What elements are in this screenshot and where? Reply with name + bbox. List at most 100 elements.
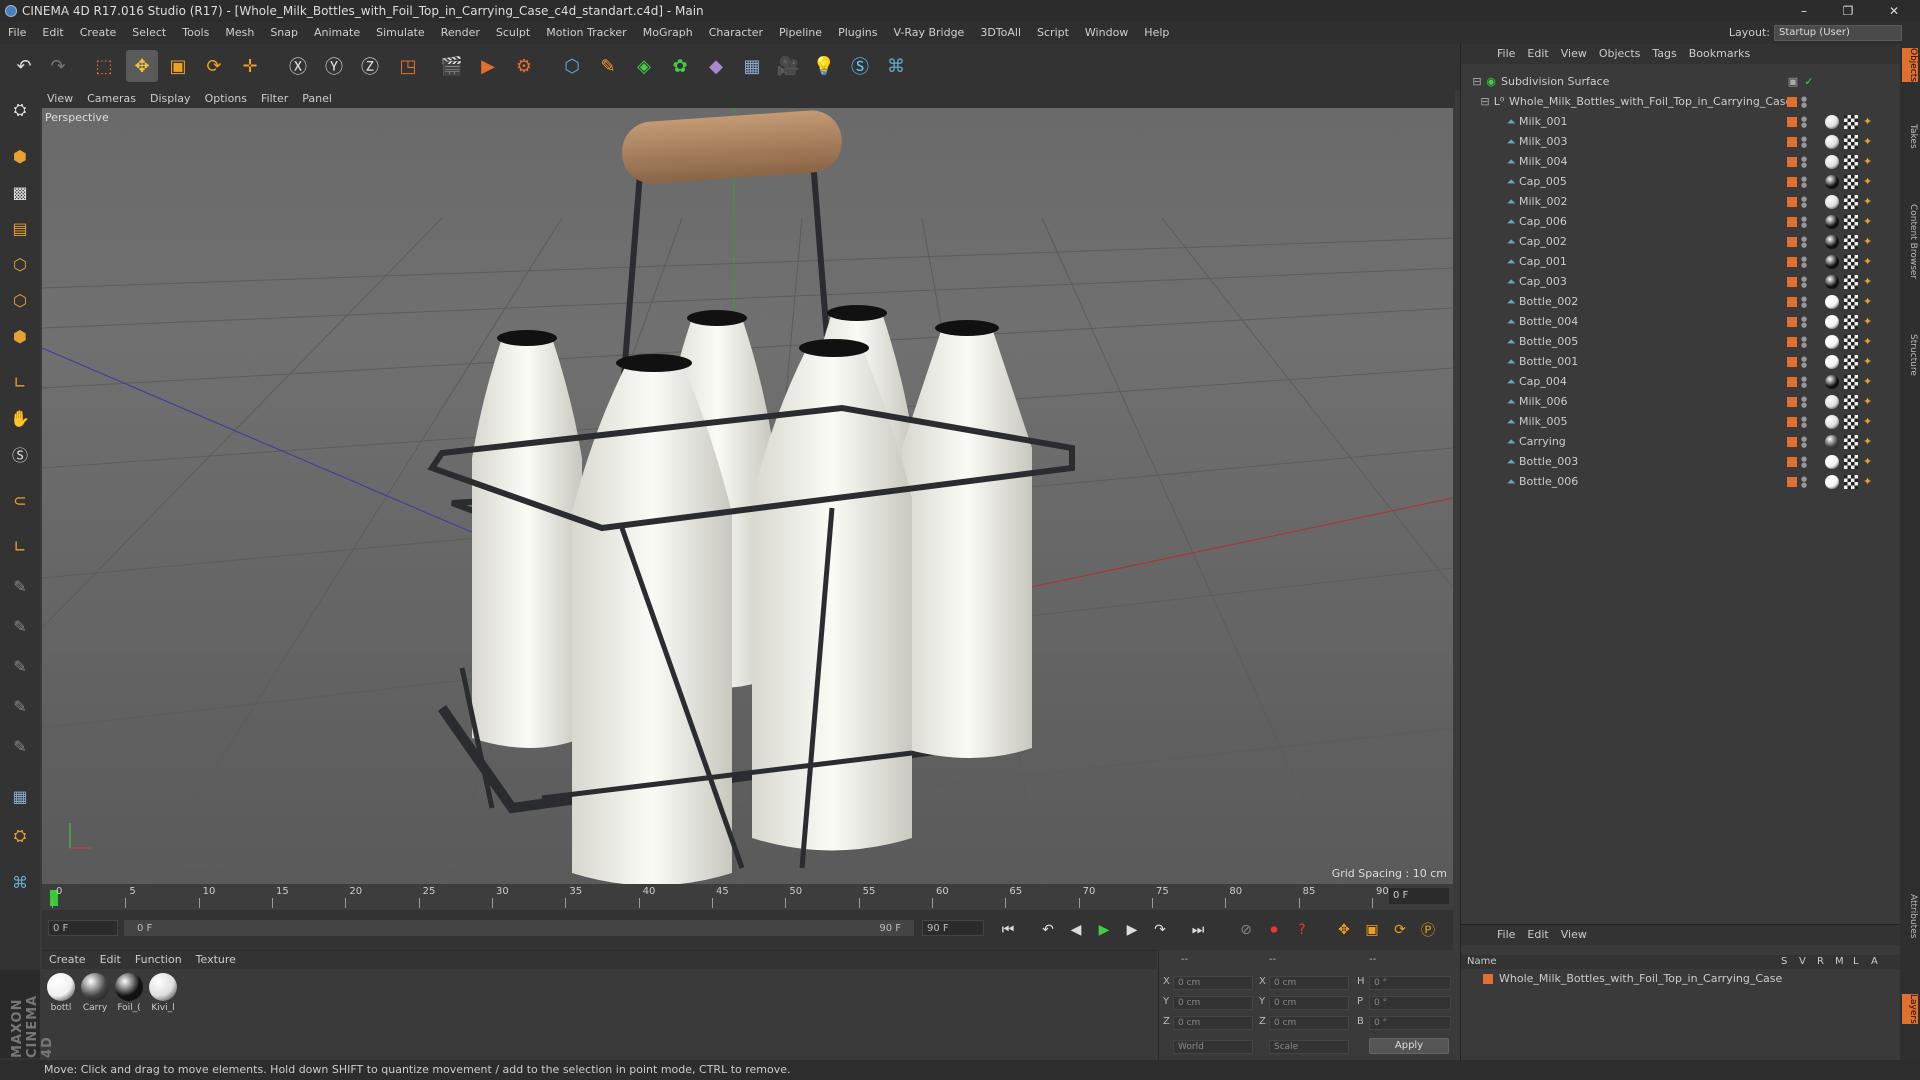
frame-range-slider[interactable]: 0 F 90 F xyxy=(124,920,914,936)
object-menu-view[interactable]: View xyxy=(1555,44,1593,64)
menu-motion-tracker[interactable]: Motion Tracker xyxy=(538,22,634,44)
material-swatch[interactable]: Carry xyxy=(80,973,110,1013)
viewport-menu-options[interactable]: Options xyxy=(198,90,254,108)
z-axis-icon[interactable]: Ⓩ xyxy=(354,50,386,82)
viewport-menu-filter[interactable]: Filter xyxy=(254,90,295,108)
menu-file[interactable]: File xyxy=(0,22,34,44)
object-row[interactable]: ⏶ Bottle_001 ● ● ✦ xyxy=(1461,352,1901,372)
phong-tag-icon[interactable]: ✦ xyxy=(1863,215,1877,229)
uvw-tag-icon[interactable] xyxy=(1844,155,1858,169)
timeline-ruler[interactable]: 0 5 10 15 20 25 30 35 40 45 50 55 60 65 70 75 80 85 90 0 F xyxy=(42,884,1453,910)
polygons-mode-icon[interactable]: ⬢ xyxy=(4,320,36,352)
rotation-h-field[interactable]: 0 ° xyxy=(1369,976,1451,990)
menu-v-ray-bridge[interactable]: V-Ray Bridge xyxy=(885,22,972,44)
menu-help[interactable]: Help xyxy=(1136,22,1177,44)
object-menu-objects[interactable]: Objects xyxy=(1593,44,1647,64)
material-tag-icon[interactable] xyxy=(1825,455,1839,469)
phong-tag-icon[interactable]: ✦ xyxy=(1863,335,1877,349)
tweak-mode-icon[interactable]: ✋ xyxy=(4,402,36,434)
visibility-dots[interactable]: ● ● xyxy=(1801,276,1807,289)
visibility-dots[interactable]: ● ● xyxy=(1801,136,1807,149)
uvw-tag-icon[interactable] xyxy=(1844,415,1858,429)
menu-snap[interactable]: Snap xyxy=(262,22,306,44)
material-tag-icon[interactable] xyxy=(1825,475,1839,489)
material-menu-function[interactable]: Function xyxy=(128,951,189,969)
key-scale-icon[interactable]: ▣ xyxy=(1360,918,1384,942)
render-view-icon[interactable]: 🎬 xyxy=(436,50,468,82)
object-row[interactable]: ⏶ Carrying ● ● ✦ xyxy=(1461,432,1901,452)
material-swatch[interactable]: Foil_( xyxy=(114,973,144,1013)
material-tag-icon[interactable] xyxy=(1825,175,1839,189)
key-rotation-icon[interactable]: ⟳ xyxy=(1388,918,1412,942)
phong-tag-icon[interactable]: ✦ xyxy=(1863,435,1877,449)
enabled-check-icon[interactable]: ✓ xyxy=(1803,76,1815,88)
viewport-menu-panel[interactable]: Panel xyxy=(295,90,339,108)
object-menu-file[interactable]: File xyxy=(1491,44,1521,64)
menu-sculpt[interactable]: Sculpt xyxy=(488,22,538,44)
material-tag-icon[interactable] xyxy=(1825,315,1839,329)
model-mode-icon[interactable]: ⬢ xyxy=(4,140,36,172)
visibility-dots[interactable]: ● ● xyxy=(1801,476,1807,489)
viewport-menu-cameras[interactable]: Cameras xyxy=(80,90,143,108)
menu-simulate[interactable]: Simulate xyxy=(368,22,433,44)
close-button[interactable]: ✕ xyxy=(1872,0,1916,22)
uvw-tag-icon[interactable] xyxy=(1844,315,1858,329)
make-editable-icon[interactable]: ⛭ xyxy=(4,94,36,126)
object-row-subdivision[interactable]: ⊟ ◉ Subdivision Surface ▣ ✓ xyxy=(1461,72,1901,92)
coordinate-space-select[interactable]: World xyxy=(1173,1040,1253,1054)
material-swatch[interactable]: Kivi_l xyxy=(148,973,178,1013)
object-row[interactable]: ⏶ Milk_006 ● ● ✦ xyxy=(1461,392,1901,412)
nurbs-icon[interactable]: ◈ xyxy=(628,50,660,82)
menu-tools[interactable]: Tools xyxy=(174,22,217,44)
phong-tag-icon[interactable]: ✦ xyxy=(1863,235,1877,249)
visibility-dots[interactable]: ● ● xyxy=(1801,116,1807,129)
camera-icon[interactable]: 🎥 xyxy=(772,50,804,82)
uvw-tag-icon[interactable] xyxy=(1844,435,1858,449)
render-picture-viewer-icon[interactable]: ▶ xyxy=(472,50,504,82)
phong-tag-icon[interactable]: ✦ xyxy=(1863,195,1877,209)
menu-mesh[interactable]: Mesh xyxy=(217,22,262,44)
material-tag-icon[interactable] xyxy=(1825,155,1839,169)
visibility-dots[interactable]: ● ● xyxy=(1801,396,1807,409)
phong-tag-icon[interactable]: ✦ xyxy=(1863,395,1877,409)
layout-select[interactable]: Startup (User) xyxy=(1774,25,1902,41)
deformer-icon[interactable]: ◆ xyxy=(700,50,732,82)
uvw-tag-icon[interactable] xyxy=(1844,215,1858,229)
maximize-button[interactable]: ❐ xyxy=(1826,0,1870,22)
menu-select[interactable]: Select xyxy=(124,22,174,44)
lock-workplane-icon[interactable]: ✎ xyxy=(4,570,36,602)
side-tab-takes[interactable]: Takes xyxy=(1902,124,1918,149)
phong-tag-icon[interactable]: ✦ xyxy=(1863,275,1877,289)
size-x-field[interactable]: 0 cm xyxy=(1269,976,1349,990)
layer-row[interactable]: Whole_Milk_Bottles_with_Foil_Top_in_Carr… xyxy=(1461,971,1900,987)
uvw-tag-icon[interactable] xyxy=(1844,455,1858,469)
array-icon[interactable]: ✿ xyxy=(664,50,696,82)
visibility-dots[interactable]: ● ● xyxy=(1801,356,1807,369)
coordinate-system-icon[interactable]: ◳ xyxy=(392,50,424,82)
size-z-field[interactable]: 0 cm xyxy=(1269,1016,1349,1030)
menu-edit[interactable]: Edit xyxy=(34,22,71,44)
sketch-icon[interactable]: Ⓢ xyxy=(844,50,876,82)
visibility-dots[interactable]: ● ● xyxy=(1801,236,1807,249)
uvw-tag-icon[interactable] xyxy=(1844,175,1858,189)
phong-tag-icon[interactable]: ✦ xyxy=(1863,375,1877,389)
collapse-icon[interactable]: ⊟ xyxy=(1471,76,1483,88)
material-menu-create[interactable]: Create xyxy=(42,951,93,969)
visibility-dots[interactable]: ● ● xyxy=(1801,156,1807,169)
visibility-dots[interactable]: ● ● xyxy=(1801,96,1807,109)
x-axis-icon[interactable]: Ⓧ xyxy=(282,50,314,82)
rotation-b-field[interactable]: 0 ° xyxy=(1369,1016,1451,1030)
scale-tool-icon[interactable]: ▣ xyxy=(162,50,194,82)
paint-icon[interactable]: ✎ xyxy=(4,690,36,722)
phong-tag-icon[interactable]: ✦ xyxy=(1863,415,1877,429)
object-row[interactable]: ⏶ Bottle_006 ● ● ✦ xyxy=(1461,472,1901,492)
phong-tag-icon[interactable]: ✦ xyxy=(1863,475,1877,489)
start-frame-field[interactable]: 0 F xyxy=(48,920,118,936)
side-tab-content-browser[interactable]: Content Browser xyxy=(1902,204,1918,279)
material-tag-icon[interactable] xyxy=(1825,335,1839,349)
menu-create[interactable]: Create xyxy=(72,22,125,44)
material-menu-texture[interactable]: Texture xyxy=(189,951,243,969)
position-z-field[interactable]: 0 cm xyxy=(1173,1016,1253,1030)
key-parameter-icon[interactable]: Ⓟ xyxy=(1416,918,1440,942)
visibility-dots[interactable]: ● ● xyxy=(1801,256,1807,269)
